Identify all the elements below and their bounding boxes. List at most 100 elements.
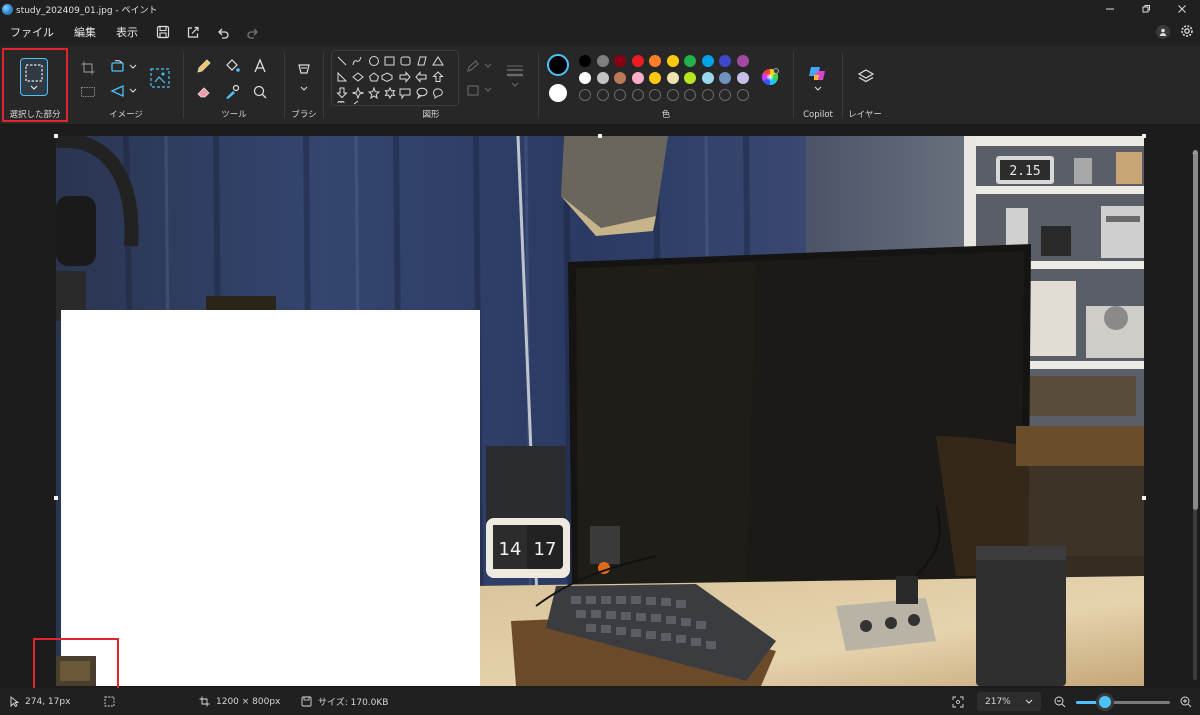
eraser-button[interactable] [194,82,214,102]
menu-view[interactable]: 表示 [106,18,148,46]
rotate-button[interactable] [108,56,138,78]
palette-color-swatch[interactable] [666,72,679,84]
resize-handle[interactable] [54,134,58,138]
palette-color-swatch[interactable] [631,55,644,67]
desk-photo: 2.15 14 17 [56,136,1144,686]
zoom-level-text: 217% [985,696,1011,707]
palette-color-swatch[interactable] [649,55,661,67]
scroll-down-arrow[interactable] [1192,680,1198,694]
brush-icon [298,64,310,91]
brush-button[interactable] [293,60,315,96]
resize-button[interactable] [78,82,98,102]
image-dimensions: 1200 × 800px [199,688,280,715]
fill-style-button[interactable] [464,80,496,100]
custom-color-slot[interactable] [666,89,679,101]
shapes-group-label: 図形 [422,110,440,120]
palette-color-swatch[interactable] [736,55,749,67]
restore-button[interactable] [1128,0,1164,18]
fit-to-window-button[interactable] [952,688,964,715]
minimize-icon [1106,8,1114,10]
status-bar: 274, 17px 1200 × 800px サイズ: 170.0KB 217% [0,688,1200,715]
palette-color-swatch[interactable] [736,72,749,84]
palette-color-swatch[interactable] [719,55,731,67]
custom-color-slot[interactable] [736,89,749,101]
shapes-icon [336,56,444,105]
resize-handle[interactable] [54,496,58,500]
palette-color-swatch[interactable] [579,72,591,84]
menu-file[interactable]: ファイル [0,18,64,46]
copilot-icon [809,67,825,91]
image-select-button[interactable] [148,66,172,90]
secondary-color-swatch[interactable] [549,84,567,102]
rotate-icon [111,60,137,72]
account-avatar[interactable] [1156,25,1170,39]
palette-color-swatch[interactable] [631,72,644,84]
zoom-select[interactable]: 217% [977,692,1041,711]
color-wheel-icon [761,68,779,86]
outline-style-button[interactable] [464,56,496,76]
edit-colors-button[interactable] [761,68,779,86]
close-window-button[interactable] [1164,0,1200,18]
palette-color-swatch[interactable] [579,55,591,67]
magnifier-button[interactable] [250,82,270,102]
image-canvas[interactable]: 2.15 14 17 [56,136,1144,686]
layers-button[interactable] [855,66,877,88]
layers-group-label: レイヤー [848,110,882,120]
flip-button[interactable] [108,80,138,102]
palette-color-swatch[interactable] [614,55,626,67]
custom-color-slot[interactable] [684,89,696,101]
palette-color-swatch[interactable] [719,72,731,84]
custom-color-slot[interactable] [719,89,731,101]
palette-color-swatch[interactable] [649,72,661,84]
undo-button[interactable] [208,18,238,46]
palette-color-swatch[interactable] [666,55,679,67]
custom-color-slot[interactable] [631,89,644,101]
text-button[interactable] [250,56,270,76]
custom-color-slot[interactable] [579,89,591,101]
minimize-button[interactable] [1092,0,1128,18]
canvas-workspace[interactable]: 2.15 14 17 [0,125,1200,702]
redo-button[interactable] [238,18,268,46]
primary-color-swatch[interactable] [547,54,569,76]
palette-color-swatch[interactable] [701,72,714,84]
pencil-button[interactable] [194,56,214,76]
custom-color-slot[interactable] [701,89,714,101]
ribbon-divider [793,52,794,118]
palette-color-swatch[interactable] [596,72,609,84]
redo-icon [247,28,258,39]
resize-handle[interactable] [1142,496,1146,500]
stroke-size-button[interactable] [502,64,528,87]
custom-color-slot[interactable] [614,89,626,101]
pointer-icon [10,696,19,707]
save-button[interactable] [148,18,178,46]
custom-color-slot[interactable] [596,89,609,101]
vertical-scrollbar-thumb[interactable] [1193,150,1198,510]
menu-edit[interactable]: 編集 [64,18,106,46]
zoom-out-icon [1054,696,1066,707]
resize-handle[interactable] [1142,134,1146,138]
zoom-out-button[interactable] [1054,688,1066,715]
custom-color-slot[interactable] [649,89,661,101]
color-picker-button[interactable] [222,82,242,102]
text-icon [254,58,266,73]
share-button[interactable] [178,18,208,46]
zoom-slider-thumb[interactable] [1096,693,1115,711]
palette-color-swatch[interactable] [614,72,626,84]
eraser-icon [197,87,210,98]
palette-color-swatch[interactable] [701,55,714,67]
palette-color-swatch[interactable] [684,72,696,84]
stroke-size-icon [507,65,523,87]
ribbon-divider [284,52,285,118]
share-icon [187,26,199,38]
zoom-in-button[interactable] [1180,688,1192,715]
settings-button[interactable] [1180,23,1194,42]
color-group: 色 [541,46,791,125]
palette-color-swatch[interactable] [684,55,696,67]
resize-handle[interactable] [598,134,602,138]
copilot-button[interactable] [806,62,830,94]
scroll-up-arrow[interactable] [1192,140,1198,154]
fill-button[interactable] [222,56,242,76]
palette-color-swatch[interactable] [596,55,609,67]
crop-button[interactable] [78,58,98,78]
shapes-gallery[interactable] [331,50,459,106]
